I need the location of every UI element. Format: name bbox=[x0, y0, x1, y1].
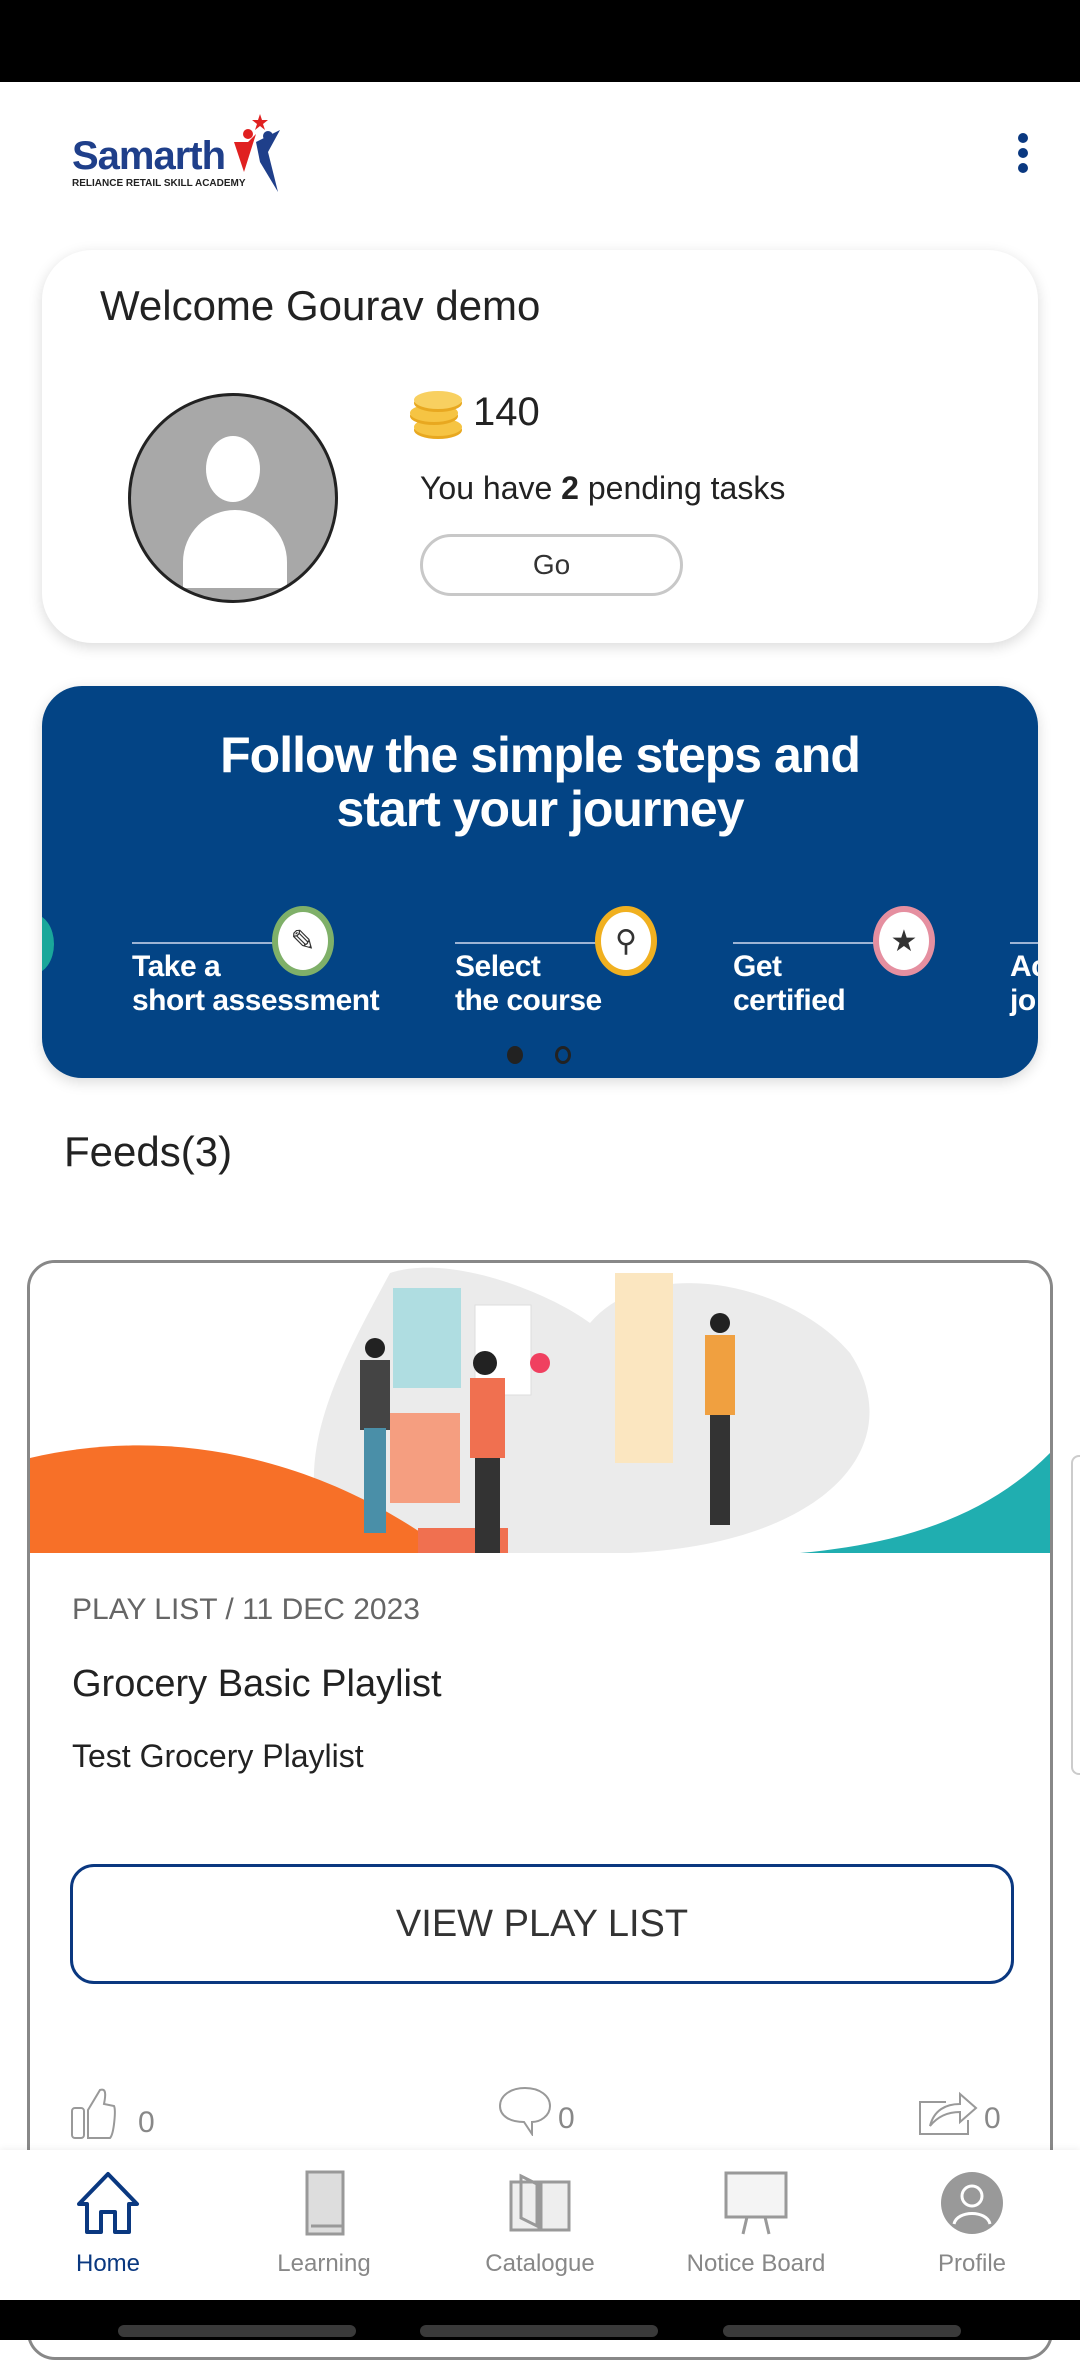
step-03: 03 Select the course ⚲ bbox=[454, 886, 715, 1018]
thumbs-up-icon bbox=[71, 2088, 116, 2139]
logo-text: Samarth bbox=[72, 134, 226, 178]
home-icon bbox=[77, 2172, 139, 2234]
nav-profile[interactable]: Profile bbox=[864, 2170, 1080, 2278]
steps-banner-carousel[interactable]: Follow the simple steps and start your j… bbox=[42, 686, 1038, 1078]
nav-catalogue[interactable]: Catalogue bbox=[432, 2170, 648, 2278]
open-book-icon bbox=[509, 2173, 571, 2232]
status-bar bbox=[0, 0, 1080, 82]
system-nav-pill bbox=[723, 2325, 961, 2337]
share-count: 0 bbox=[984, 2102, 1001, 2135]
nav-learning[interactable]: Learning bbox=[216, 2170, 432, 2278]
welcome-title: Welcome Gourav demo bbox=[100, 282, 541, 329]
feed-illustration bbox=[30, 1263, 1050, 1553]
pencil-ruler-icon: ✎ bbox=[272, 906, 334, 976]
logo-subtitle: RELIANCE RETAIL SKILL ACADEMY bbox=[72, 178, 246, 189]
points-value: 140 bbox=[473, 390, 540, 434]
book-icon bbox=[305, 2170, 345, 2236]
coins-icon bbox=[410, 391, 462, 439]
like-button[interactable]: 0 bbox=[70, 2086, 155, 2140]
feed-meta: PLAY LIST / 11 DEC 2023 bbox=[72, 1593, 420, 1626]
step-02: 02 Take a short assessment ✎ bbox=[131, 886, 380, 1017]
profile-icon bbox=[941, 2172, 1003, 2234]
step-05-partial: 05 Acjo bbox=[1009, 886, 1038, 1018]
kebab-menu-icon[interactable] bbox=[1010, 130, 1036, 182]
share-button[interactable]: 0 bbox=[916, 2086, 1001, 2136]
magnifier-icon: ⚲ bbox=[595, 906, 657, 976]
avatar bbox=[128, 393, 338, 603]
person-figure-left bbox=[360, 1338, 390, 1533]
comment-count: 0 bbox=[558, 2102, 575, 2135]
system-nav-pill bbox=[118, 2325, 356, 2337]
samarth-logo: Samarth RELIANCE RETAIL SKILL ACADEMY bbox=[70, 112, 300, 192]
view-playlist-button[interactable]: VIEW PLAY LIST bbox=[70, 1864, 1014, 1984]
carousel-dot[interactable] bbox=[555, 1046, 571, 1064]
carousel-dot-active[interactable] bbox=[507, 1046, 523, 1064]
nav-notice-board[interactable]: Notice Board bbox=[648, 2170, 864, 2278]
like-count: 0 bbox=[138, 2106, 155, 2139]
step-04: 04 Get certified ★ bbox=[732, 886, 993, 1018]
feeds-heading: Feeds(3) bbox=[64, 1128, 233, 1175]
system-nav-pill bbox=[420, 2325, 658, 2337]
go-button[interactable]: Go bbox=[420, 534, 683, 596]
pending-tasks-text: You have 2 pending tasks bbox=[420, 470, 786, 506]
person-figure-middle bbox=[470, 1351, 505, 1553]
nav-home[interactable]: Home bbox=[0, 2170, 216, 2278]
feed-description: Test Grocery Playlist bbox=[72, 1738, 364, 1774]
feed-title: Grocery Basic Playlist bbox=[72, 1663, 442, 1705]
certificate-badge-icon: ★ bbox=[873, 906, 935, 976]
notice-board-icon bbox=[724, 2171, 788, 2235]
step-1-partial-icon bbox=[42, 914, 54, 974]
bottom-navigation: Home Learning Catalogue Notice Board Pro… bbox=[0, 2150, 1080, 2300]
scroll-indicator[interactable] bbox=[1071, 1455, 1080, 1775]
share-icon bbox=[919, 2091, 978, 2135]
banner-title-line1: Follow the simple steps and bbox=[220, 727, 861, 783]
welcome-card: Welcome Gourav demo 140 You have 2 pendi… bbox=[42, 250, 1038, 643]
comment-button[interactable]: 0 bbox=[498, 2086, 575, 2136]
banner-title-line2: start your journey bbox=[336, 781, 744, 837]
comment-icon bbox=[498, 2086, 552, 2136]
